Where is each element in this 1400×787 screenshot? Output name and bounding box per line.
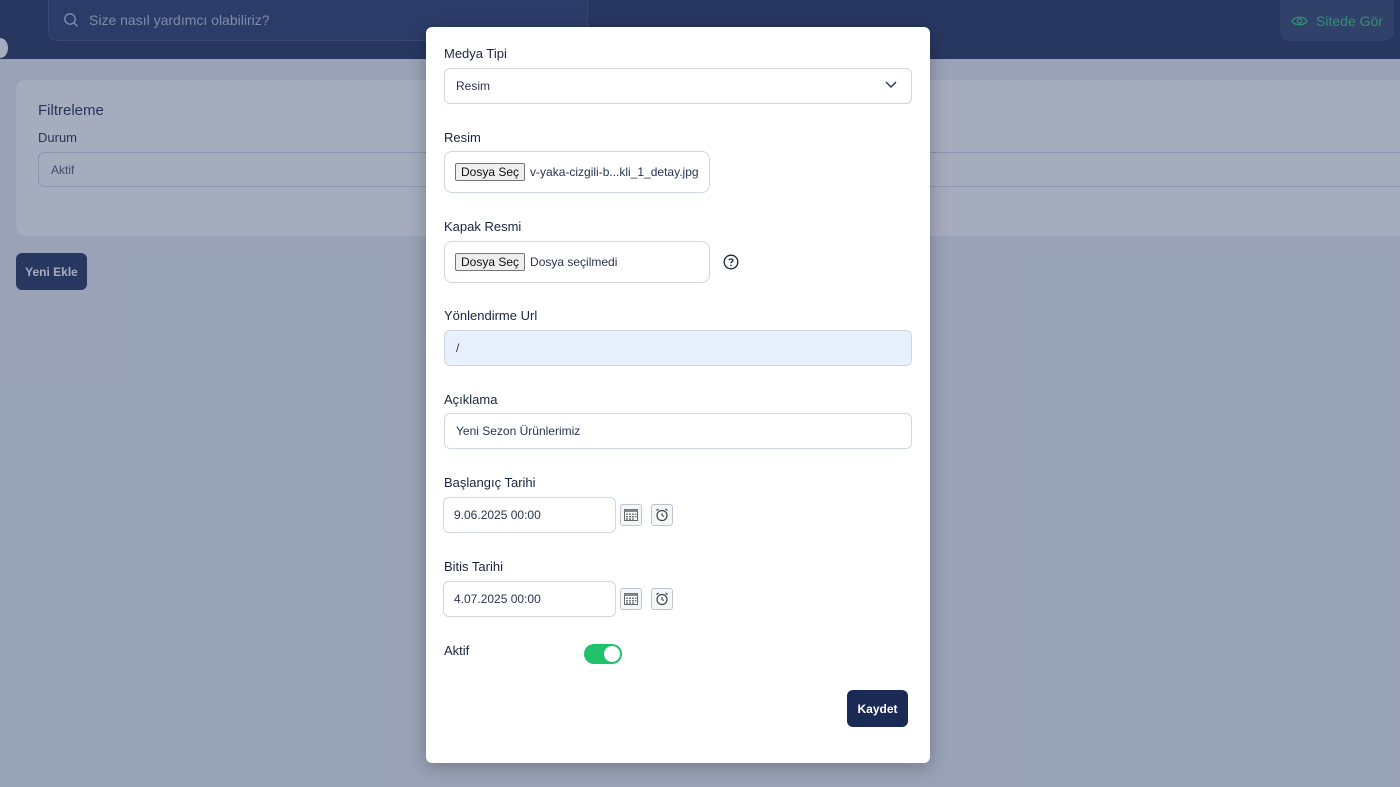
- active-toggle[interactable]: [584, 644, 622, 664]
- cover-file-input[interactable]: Dosya Seç Dosya seçilmedi: [444, 241, 710, 283]
- clock-icon: [656, 592, 668, 606]
- cover-choose-file-button[interactable]: Dosya Seç: [455, 253, 526, 271]
- end-date-value: 4.07.2025 00:00: [454, 592, 541, 606]
- redirect-url-input[interactable]: /: [444, 330, 912, 366]
- media-type-label: Medya Tipi: [444, 46, 507, 61]
- image-file-input[interactable]: Dosya Seç v-yaka-cizgili-b...kli_1_detay…: [444, 151, 710, 193]
- media-type-value: Resim: [456, 79, 491, 93]
- end-time-button[interactable]: [651, 588, 673, 610]
- cover-image-label: Kapak Resmi: [444, 219, 522, 234]
- start-date-input[interactable]: 9.06.2025 00:00: [443, 497, 616, 533]
- cover-file-name: Dosya seçilmedi: [530, 255, 618, 269]
- description-label: Açıklama: [444, 392, 498, 407]
- calendar-icon: [624, 593, 638, 605]
- help-icon[interactable]: [723, 254, 739, 270]
- description-value: Yeni Sezon Ürünlerimiz: [456, 424, 581, 438]
- chevron-down-icon: [885, 81, 897, 88]
- start-time-button[interactable]: [651, 504, 673, 526]
- start-date-value: 9.06.2025 00:00: [454, 508, 541, 522]
- media-edit-modal: Medya Tipi Resim Resim Dosya Seç v-yaka-…: [426, 27, 930, 763]
- start-calendar-button[interactable]: [620, 504, 642, 526]
- redirect-url-label: Yönlendirme Url: [444, 308, 538, 323]
- end-date-input[interactable]: 4.07.2025 00:00: [443, 581, 616, 617]
- save-button[interactable]: Kaydet: [847, 690, 908, 727]
- image-file-name: v-yaka-cizgili-b...kli_1_detay.jpg: [530, 165, 699, 179]
- description-input[interactable]: Yeni Sezon Ürünlerimiz: [444, 413, 912, 449]
- calendar-icon: [624, 509, 638, 521]
- media-type-select[interactable]: Resim: [444, 68, 912, 104]
- end-date-label: Bitis Tarihi: [444, 559, 504, 574]
- active-label: Aktif: [444, 643, 470, 658]
- end-calendar-button[interactable]: [620, 588, 642, 610]
- clock-icon: [656, 508, 668, 522]
- toggle-knob: [604, 646, 620, 662]
- image-label: Resim: [444, 130, 481, 145]
- redirect-url-value: /: [456, 341, 460, 355]
- image-choose-file-button[interactable]: Dosya Seç: [455, 163, 526, 181]
- start-date-label: Başlangıç Tarihi: [444, 475, 536, 490]
